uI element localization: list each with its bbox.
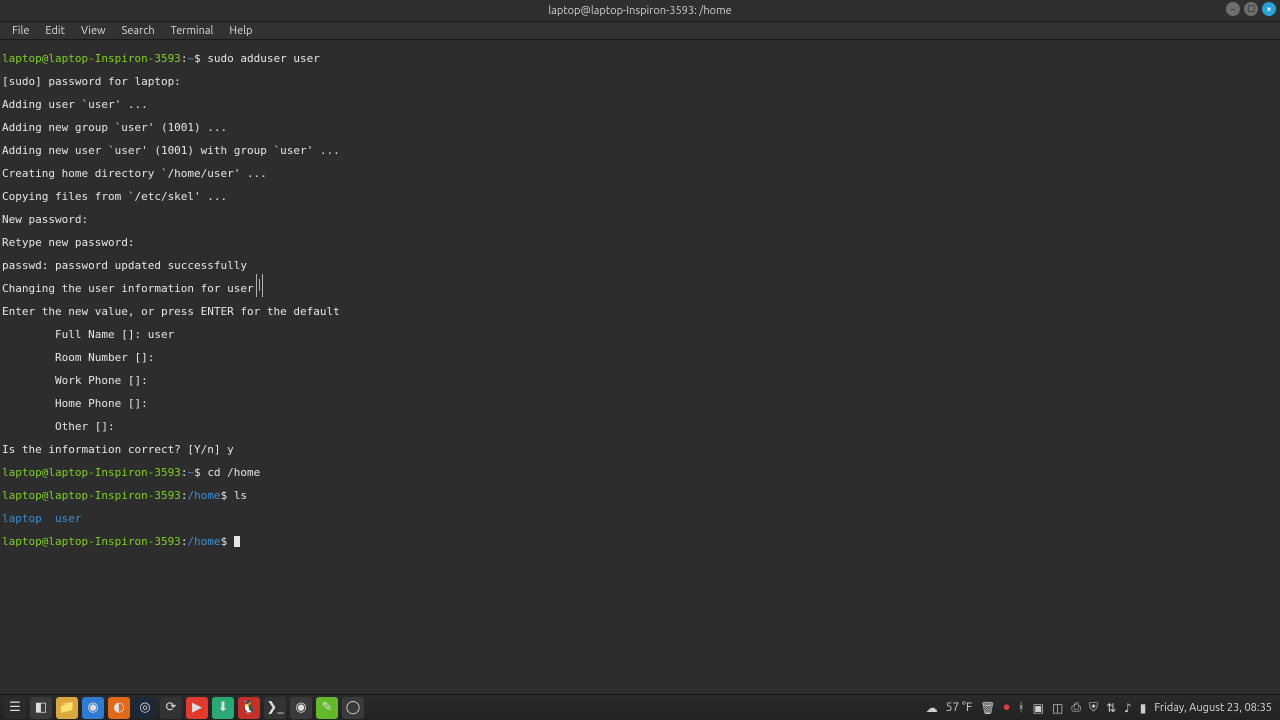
command-text: cd /home — [207, 466, 260, 479]
command-text: ls — [234, 489, 247, 502]
steam-icon[interactable]: ◎ — [134, 697, 156, 719]
firefox-icon[interactable]: ◐ — [108, 697, 130, 719]
green-app-icon[interactable]: ✎ — [316, 697, 338, 719]
ls-dir: user — [55, 512, 82, 525]
terminal-line: Other []: — [2, 421, 1278, 433]
terminal-line: Adding new user `user' (1001) with group… — [2, 145, 1278, 157]
menu-icon[interactable]: ☰ — [4, 697, 26, 719]
network-icon[interactable]: ⇅ — [1106, 701, 1116, 715]
system-tray: ☁ 57 °F 🗑 ⏺ ᚼ ▣ ◫ ⎙ ⛨ ⇅ ♪ ▮ Friday, Augu… — [926, 701, 1280, 715]
mint-menu-icon[interactable]: ◯ — [342, 697, 364, 719]
terminal-icon[interactable]: ❯_ — [264, 697, 286, 719]
text-cursor-icon — [234, 536, 240, 547]
terminal-line: Creating home directory `/home/user' ... — [2, 168, 1278, 180]
show-desktop-icon[interactable]: ◧ — [30, 697, 52, 719]
menu-file[interactable]: File — [4, 25, 37, 37]
menu-view[interactable]: View — [73, 25, 114, 37]
weather-icon[interactable]: ☁ — [926, 701, 938, 715]
files-icon[interactable]: 📁 — [56, 697, 78, 719]
clock[interactable]: Friday, August 23, 08:35 — [1154, 702, 1272, 714]
tux-icon[interactable]: 🐧 — [238, 697, 260, 719]
command-text: sudo adduser user — [207, 52, 320, 65]
prompt-userhost: laptop@laptop-Inspiron-3593 — [2, 466, 181, 479]
sound-icon[interactable]: ♪ — [1124, 701, 1132, 715]
prompt-userhost: laptop@laptop-Inspiron-3593 — [2, 52, 181, 65]
printer-icon[interactable]: ⎙ — [1071, 701, 1081, 715]
terminal-line: laptop@laptop-Inspiron-3593:~$ cd /home — [2, 467, 1278, 479]
menu-bar: File Edit View Search Terminal Help — [0, 22, 1280, 40]
terminal-line: laptop@laptop-Inspiron-3593:/home$ ls — [2, 490, 1278, 502]
terminal-line: Full Name []: user — [2, 329, 1278, 341]
terminal-line: Work Phone []: — [2, 375, 1278, 387]
taskbar: ☰◧📁◉◐◎⟳▶⬇🐧❯_◉✎◯ ☁ 57 °F 🗑 ⏺ ᚼ ▣ ◫ ⎙ ⛨ ⇅ … — [0, 694, 1280, 720]
prompt-userhost: laptop@laptop-Inspiron-3593 — [2, 489, 181, 502]
prompt-path: /home — [187, 535, 220, 548]
maximize-button[interactable]: ☐ — [1244, 2, 1258, 16]
weather-temp[interactable]: 57 °F — [946, 701, 972, 714]
terminal-body[interactable]: laptop@laptop-Inspiron-3593:~$ sudo addu… — [0, 40, 1280, 694]
software-icon[interactable]: ⬇ — [212, 697, 234, 719]
terminal-line: Is the information correct? [Y/n] y — [2, 444, 1278, 456]
window-title: laptop@laptop-Inspiron-3593: /home — [548, 5, 731, 17]
pulse-icon[interactable]: ⟳ — [160, 697, 182, 719]
terminal-line: passwd: password updated successfully — [2, 260, 1278, 272]
terminal-line: Changing the user information for user — [2, 283, 1278, 295]
menu-search[interactable]: Search — [114, 25, 163, 37]
ls-dir: laptop — [2, 512, 42, 525]
menu-edit[interactable]: Edit — [37, 25, 73, 37]
prompt-path: /home — [187, 489, 220, 502]
terminal-line: Enter the new value, or press ENTER for … — [2, 306, 1278, 318]
taskbar-launchers: ☰◧📁◉◐◎⟳▶⬇🐧❯_◉✎◯ — [0, 697, 364, 719]
terminal-line: laptop@laptop-Inspiron-3593:~$ sudo addu… — [2, 53, 1278, 65]
close-button[interactable]: × — [1262, 2, 1276, 16]
battery-icon[interactable]: ▮ — [1140, 701, 1147, 715]
record-icon[interactable]: ⏺ — [1003, 701, 1009, 715]
terminal-line: Adding new group `user' (1001) ... — [2, 122, 1278, 134]
bluetooth-icon[interactable]: ᚼ — [1017, 701, 1024, 714]
terminal-line: New password: — [2, 214, 1278, 226]
obs-icon[interactable]: ◉ — [290, 697, 312, 719]
chrome-icon[interactable]: ◉ — [82, 697, 104, 719]
indicator-icon[interactable]: ▣ — [1033, 701, 1044, 715]
terminal-line: Home Phone []: — [2, 398, 1278, 410]
window-titlebar: laptop@laptop-Inspiron-3593: /home – ☐ × — [0, 0, 1280, 22]
window-controls: – ☐ × — [1226, 2, 1276, 16]
menu-terminal[interactable]: Terminal — [163, 25, 222, 37]
menu-help[interactable]: Help — [221, 25, 260, 37]
terminal-line: Retype new password: — [2, 237, 1278, 249]
indicator2-icon[interactable]: ◫ — [1052, 701, 1063, 715]
media-icon[interactable]: ▶ — [186, 697, 208, 719]
terminal-line: Copying files from `/etc/skel' ... — [2, 191, 1278, 203]
trash-icon[interactable]: 🗑 — [980, 701, 995, 715]
prompt-userhost: laptop@laptop-Inspiron-3593 — [2, 535, 181, 548]
terminal-line: laptop@laptop-Inspiron-3593:/home$ — [2, 536, 1278, 548]
shield-icon[interactable]: ⛨ — [1089, 701, 1098, 715]
terminal-line: Adding user `user' ... — [2, 99, 1278, 111]
terminal-line: laptop user — [2, 513, 1278, 525]
minimize-button[interactable]: – — [1226, 2, 1240, 16]
terminal-line: Room Number []: — [2, 352, 1278, 364]
terminal-line: [sudo] password for laptop: — [2, 76, 1278, 88]
